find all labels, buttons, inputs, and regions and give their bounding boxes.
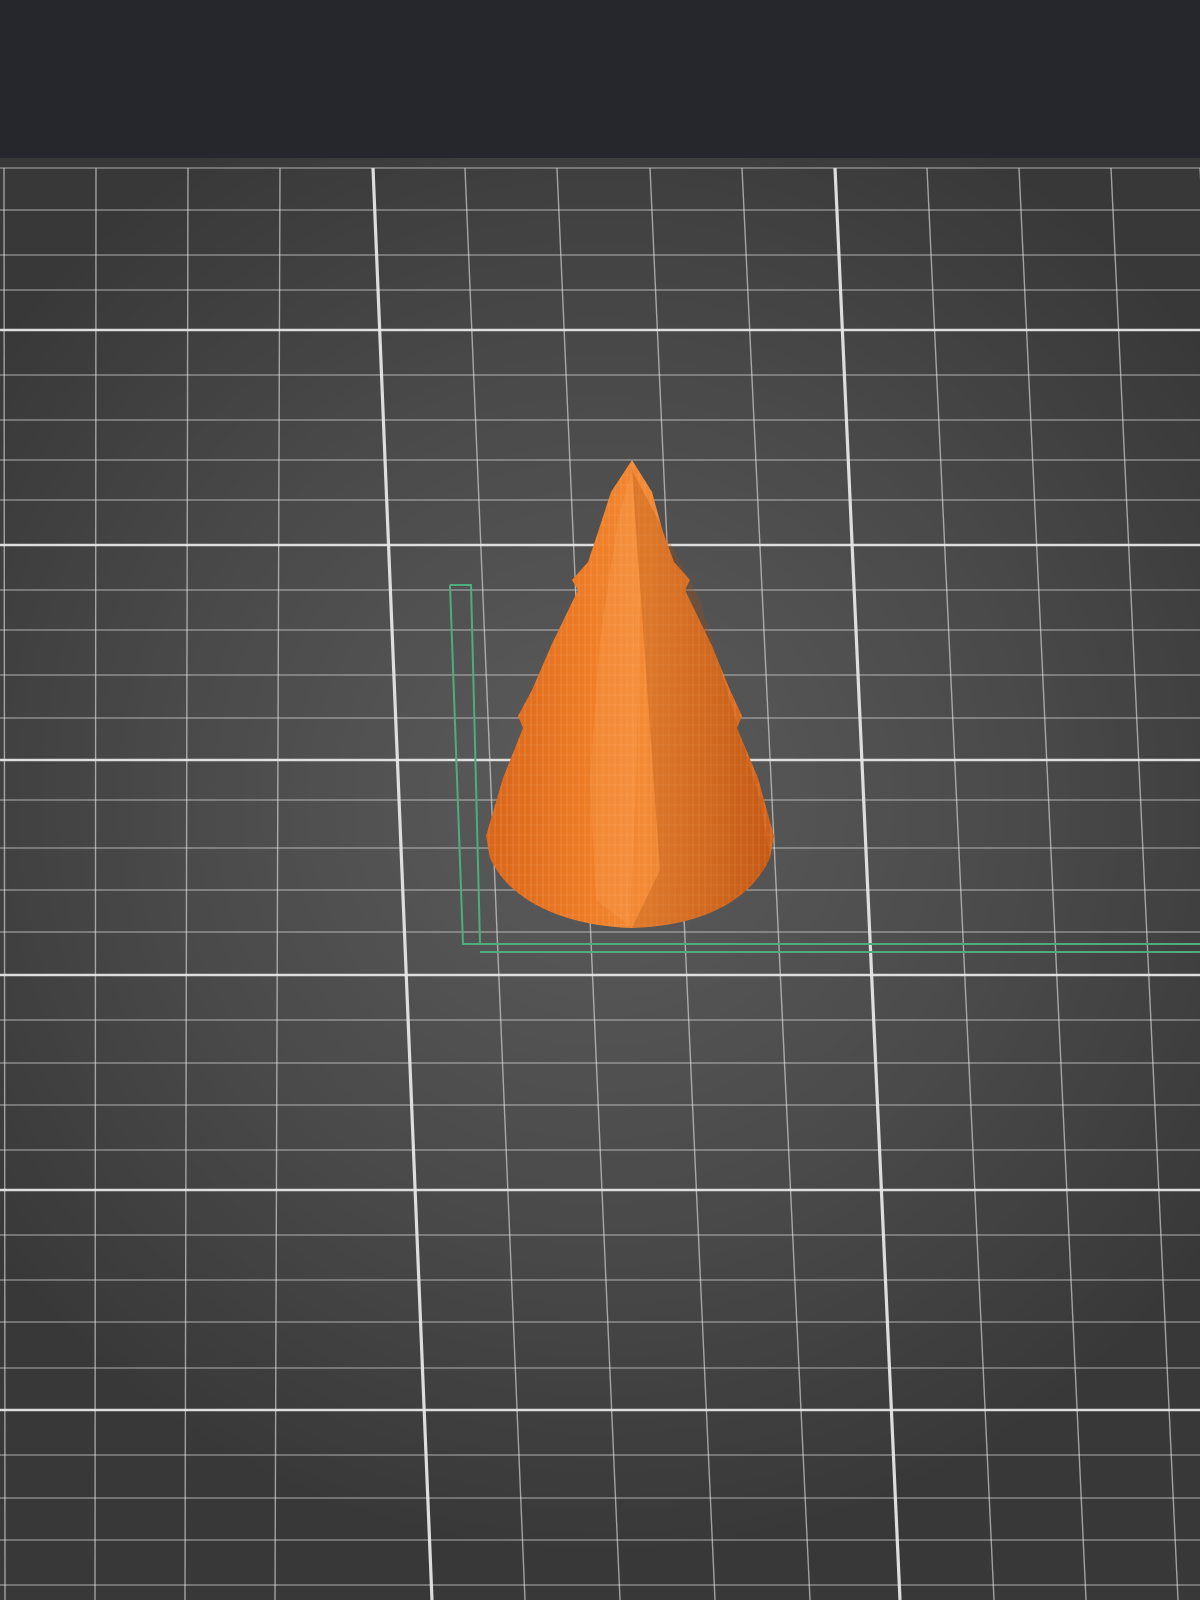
top-toolbar	[0, 0, 1200, 158]
grid-line	[3, 167, 6, 1600]
build-plate-scene[interactable]	[0, 158, 1200, 1600]
3d-viewport[interactable]	[0, 158, 1200, 1600]
slicer-app-window	[0, 0, 1200, 1600]
